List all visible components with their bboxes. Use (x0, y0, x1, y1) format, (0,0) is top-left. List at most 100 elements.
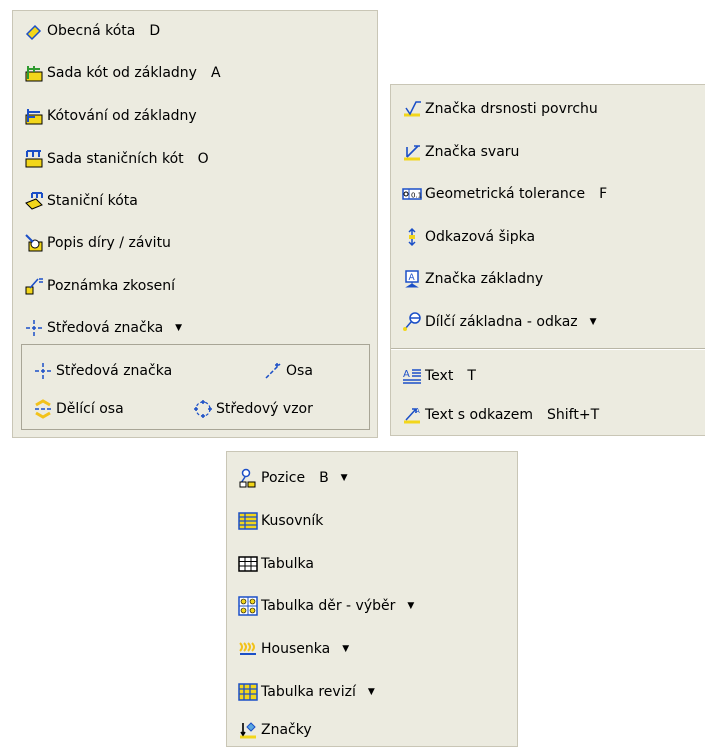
menu-item-label: Popis díry / závitu (47, 235, 171, 251)
menu-item-label: Obecná kóta (47, 23, 136, 39)
menu-item-center-mark[interactable]: Středová značka ▼ (23, 316, 182, 340)
symbols-icon (237, 719, 259, 741)
menu-item-label: Tabulka děr - výběr (261, 598, 396, 614)
revision-table-icon (237, 681, 259, 703)
bisector-icon (32, 398, 54, 420)
center-mark-icon (23, 317, 45, 339)
menu-item-symbols[interactable]: Značky (237, 718, 312, 742)
flyout-center-pattern[interactable]: Středový vzor (192, 397, 313, 421)
flyout-label: Středová značka (56, 363, 173, 379)
shortcut-key: Shift+T (547, 407, 600, 423)
svg-text:A: A (415, 407, 420, 415)
menu-item-balloon[interactable]: Pozice B ▼ (237, 466, 348, 490)
menu-item-weld-symbol[interactable]: Značka svaru (401, 140, 519, 164)
menu-item-label: Geometrická tolerance (425, 186, 586, 202)
caterpillar-icon (237, 638, 259, 660)
parts-list-icon (237, 510, 259, 532)
menu-item-label: Tabulka revizí (261, 684, 356, 700)
dropdown-arrow-icon[interactable]: ▼ (407, 601, 414, 611)
svg-text:0.1: 0.1 (411, 192, 422, 200)
axis-icon (262, 360, 284, 382)
flyout-bisector[interactable]: Dělící osa (32, 397, 124, 421)
datum-symbol-icon: A (401, 268, 423, 290)
menu-item-parts-list[interactable]: Kusovník (237, 509, 323, 533)
surface-texture-icon (401, 98, 423, 120)
leader-text-icon: A (401, 404, 423, 426)
menu-item-table[interactable]: Tabulka (237, 552, 314, 576)
table-icon (237, 553, 259, 575)
shortcut-key: T (467, 368, 476, 384)
menu-item-caterpillar[interactable]: Housenka ▼ (237, 637, 349, 661)
dimension-menu-panel: Obecná kóta D Sada kót od základny A Kót… (12, 10, 378, 438)
shortcut-key: F (599, 186, 608, 202)
menu-item-chamfer-note[interactable]: Poznámka zkosení (23, 274, 175, 298)
text-icon: A (401, 365, 423, 387)
menu-item-label: Poznámka zkosení (47, 278, 176, 294)
general-dimension-icon (23, 20, 45, 42)
dropdown-arrow-icon[interactable]: ▼ (368, 687, 375, 697)
svg-text:A: A (403, 369, 410, 380)
svg-text:A: A (409, 273, 416, 283)
center-pattern-icon (192, 398, 214, 420)
leader-arrow-icon (401, 226, 423, 248)
dropdown-arrow-icon[interactable]: ▼ (341, 473, 348, 483)
datum-target-icon (401, 311, 423, 333)
shortcut-key: A (210, 65, 221, 81)
menu-item-hole-table[interactable]: Tabulka děr - výběr ▼ (237, 594, 414, 618)
menu-item-leader-arrow[interactable]: Odkazová šipka (401, 225, 535, 249)
menu-item-ordinate-dimension[interactable]: Staniční kóta (23, 189, 138, 213)
flyout-label: Osa (286, 363, 313, 379)
menu-item-label: Odkazová šipka (425, 229, 536, 245)
dropdown-arrow-icon[interactable]: ▼ (590, 317, 597, 327)
menu-item-label: Staniční kóta (47, 193, 138, 209)
baseline-dimension-icon (23, 105, 45, 127)
menu-item-label: Pozice (261, 470, 306, 486)
hole-thread-icon (23, 232, 45, 254)
menu-item-label: Housenka (261, 641, 331, 657)
flyout-axis[interactable]: Osa (262, 359, 313, 383)
baseline-set-icon (23, 62, 45, 84)
center-mark-flyout: Středová značka Osa Dělící osa Středový … (21, 344, 370, 430)
menu-item-label: Sada kót od základny (47, 65, 197, 81)
shortcut-key: O (197, 151, 209, 167)
shortcut-key: B (319, 470, 329, 486)
menu-item-general-dimension[interactable]: Obecná kóta D (23, 19, 160, 43)
menu-item-datum-symbol[interactable]: A Značka základny (401, 267, 543, 291)
weld-symbol-icon (401, 141, 423, 163)
menu-item-label: Kótování od základny (47, 108, 197, 124)
menu-item-surface-texture[interactable]: Značka drsnosti povrchu (401, 97, 598, 121)
menu-item-label: Dílčí základna - odkaz (425, 314, 578, 330)
chamfer-note-icon (23, 275, 45, 297)
menu-item-datum-target[interactable]: Dílčí základna - odkaz ▼ (401, 310, 597, 334)
menu-item-label: Tabulka (261, 556, 314, 572)
menu-item-label: Text s odkazem (425, 407, 534, 423)
menu-item-feature-control-frame[interactable]: 0.1 Geometrická tolerance F (401, 182, 607, 206)
menu-item-label: Text (425, 368, 454, 384)
annotation-menu-panel: Značka drsnosti povrchu Značka svaru 0.1… (390, 84, 705, 436)
menu-item-text[interactable]: A Text T (401, 364, 476, 388)
menu-item-label: Sada staničních kót (47, 151, 184, 167)
dropdown-arrow-icon[interactable]: ▼ (342, 644, 349, 654)
dropdown-arrow-icon[interactable]: ▼ (175, 323, 182, 333)
menu-item-ordinate-set[interactable]: Sada staničních kót O (23, 147, 209, 171)
center-mark-icon (32, 360, 54, 382)
menu-item-leader-text[interactable]: A Text s odkazem Shift+T (401, 403, 599, 427)
menu-item-label: Značky (261, 722, 312, 738)
menu-item-revision-table[interactable]: Tabulka revizí ▼ (237, 680, 375, 704)
menu-item-baseline-set[interactable]: Sada kót od základny A (23, 61, 221, 85)
separator (391, 348, 705, 350)
flyout-label: Dělící osa (56, 401, 124, 417)
shortcut-key: D (149, 23, 161, 39)
menu-item-label: Značka svaru (425, 144, 520, 160)
balloon-icon (237, 467, 259, 489)
feature-control-frame-icon: 0.1 (401, 183, 423, 205)
flyout-center-mark[interactable]: Středová značka (32, 359, 172, 383)
menu-item-label: Značka základny (425, 271, 544, 287)
ordinate-dimension-icon (23, 190, 45, 212)
menu-item-baseline-dimension[interactable]: Kótování od základny (23, 104, 197, 128)
menu-item-label: Středová značka (47, 320, 164, 336)
ordinate-set-icon (23, 148, 45, 170)
menu-item-label: Kusovník (261, 513, 324, 529)
menu-item-hole-thread-note[interactable]: Popis díry / závitu (23, 231, 171, 255)
hole-table-icon (237, 595, 259, 617)
